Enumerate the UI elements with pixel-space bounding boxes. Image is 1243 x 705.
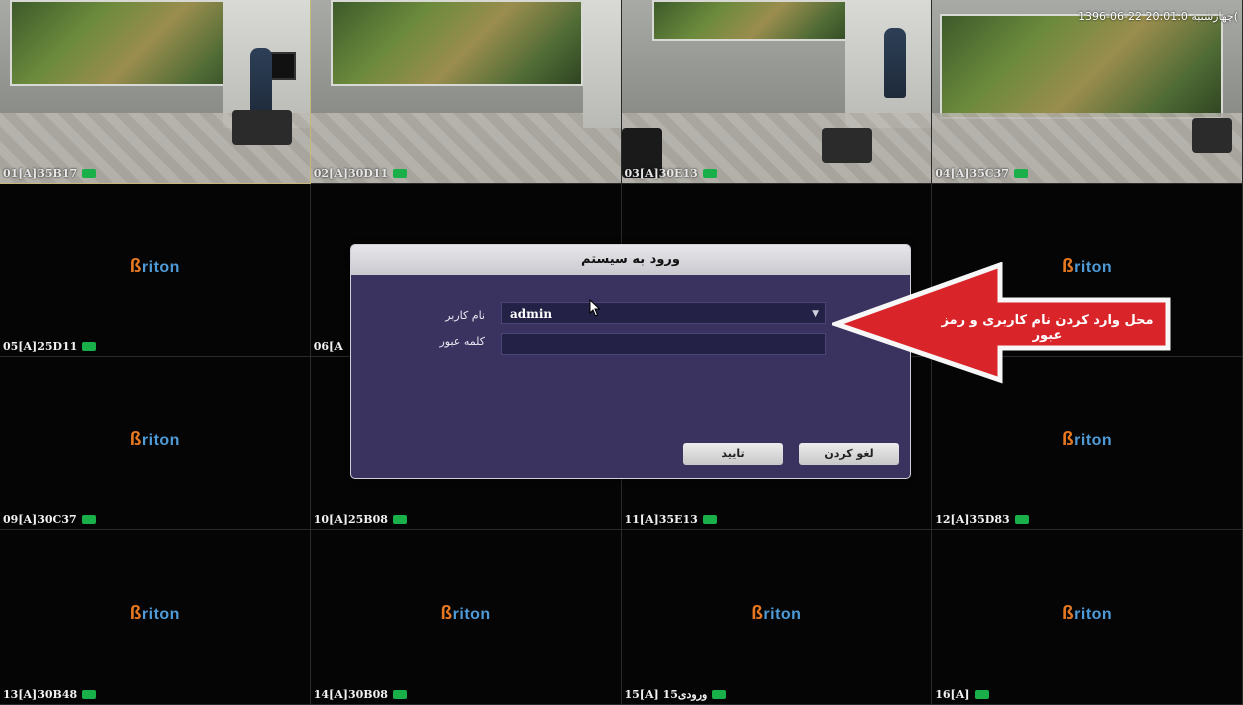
status-indicator-icon: [974, 690, 989, 699]
camera-id: 05[A]25D11: [3, 340, 78, 353]
camera-label: 14[A]30B08: [314, 688, 407, 701]
camera-label: 15[A] ورودی15: [625, 688, 727, 701]
camera-id: 11[A]35E13: [624, 513, 698, 526]
camera-label: 10[A]25B08: [314, 513, 407, 526]
camera-id: 06[A: [313, 340, 343, 353]
camera-label: 09[A]30C37: [3, 513, 96, 526]
brand-logo: ßriton: [1062, 602, 1113, 624]
status-indicator-icon: [702, 515, 717, 524]
camera-tile-14[interactable]: ßriton 14[A]30B08: [310, 530, 622, 705]
login-dialog: ورود به سیستم نام کاربر admin ▼ کلمه عبو…: [350, 244, 911, 479]
camera-tile-16[interactable]: ßriton 16[A]: [932, 530, 1243, 705]
brand-logo: ßriton: [129, 428, 180, 450]
camera-tile-03[interactable]: 03[A]30E13: [621, 0, 933, 184]
camera-id: 14[A]30B08: [313, 688, 388, 701]
username-select[interactable]: admin ▼: [501, 302, 826, 324]
mouse-cursor-icon: [589, 299, 601, 317]
camera-label: 04[A]35C37: [935, 167, 1028, 180]
camera-id: 15[A] ورودی15: [624, 688, 708, 701]
brand-logo: ßriton: [129, 255, 180, 277]
camera-label: 03[A]30E13: [625, 167, 717, 180]
status-indicator-icon: [392, 515, 407, 524]
status-indicator-icon: [712, 690, 727, 699]
camera-label: 06[A: [314, 340, 343, 353]
camera-id: 10[A]25B08: [313, 513, 388, 526]
camera-id: 01[A]35B17: [3, 167, 78, 180]
status-indicator-icon: [82, 342, 97, 351]
brand-logo: ßriton: [440, 602, 491, 624]
camera-label: 01[A]35B17: [3, 167, 97, 180]
camera-label: 13[A]30B48: [3, 688, 97, 701]
camera-tile-09[interactable]: ßriton 09[A]30C37: [0, 357, 311, 530]
ok-button[interactable]: تایید: [683, 443, 783, 465]
brand-logo: ßriton: [129, 602, 180, 624]
camera-feed: [932, 0, 1242, 183]
camera-label: 02[A]30D11: [313, 167, 408, 180]
status-indicator-icon: [82, 169, 97, 178]
password-field[interactable]: [501, 333, 826, 355]
brand-logo: ßriton: [751, 602, 802, 624]
camera-feed: [0, 0, 310, 183]
timestamp: 1396-06-22 چهارشنبه 20:01:0(: [1078, 10, 1238, 23]
username-label: نام کاربر: [445, 309, 485, 322]
status-indicator-icon: [82, 690, 97, 699]
camera-id: 09[A]30C37: [3, 513, 77, 526]
camera-tile-05[interactable]: ßriton 05[A]25D11: [0, 184, 311, 357]
camera-id: 03[A]30E13: [624, 167, 698, 180]
dialog-title: ورود به سیستم: [351, 245, 910, 275]
status-indicator-icon: [1013, 169, 1028, 178]
camera-tile-04[interactable]: 1396-06-22 چهارشنبه 20:01:0( 04[A]35C37: [932, 0, 1243, 184]
status-indicator-icon: [392, 690, 407, 699]
camera-tile-02[interactable]: 02[A]30D11: [310, 0, 622, 184]
camera-feed: [621, 0, 932, 183]
camera-feed: [310, 0, 621, 183]
status-indicator-icon: [1014, 515, 1029, 524]
brand-logo: ßriton: [1062, 428, 1113, 450]
camera-id: 02[A]30D11: [313, 167, 389, 180]
camera-tile-01[interactable]: 01[A]35B17: [0, 0, 311, 184]
camera-tile-13[interactable]: ßriton 13[A]30B48: [0, 530, 311, 705]
camera-label: 11[A]35E13: [625, 513, 717, 526]
username-value: admin: [510, 307, 553, 321]
camera-id: 13[A]30B48: [3, 688, 78, 701]
camera-id: 12[A]35D83: [935, 513, 1010, 526]
camera-id: 16[A]: [935, 688, 970, 701]
chevron-down-icon: ▼: [812, 309, 819, 319]
annotation-text: محل وارد کردن نام کاربری و رمز عبور: [941, 313, 1154, 343]
camera-tile-15[interactable]: ßriton 15[A] ورودی15: [621, 530, 933, 705]
camera-id: 04[A]35C37: [935, 167, 1009, 180]
camera-label: 12[A]35D83: [935, 513, 1029, 526]
cancel-button[interactable]: لغو کردن: [799, 443, 899, 465]
status-indicator-icon: [81, 515, 96, 524]
status-indicator-icon: [393, 169, 408, 178]
password-label: کلمه عبور: [439, 335, 485, 348]
status-indicator-icon: [702, 169, 717, 178]
camera-label: 05[A]25D11: [3, 340, 97, 353]
camera-label: 16[A]: [935, 688, 989, 701]
